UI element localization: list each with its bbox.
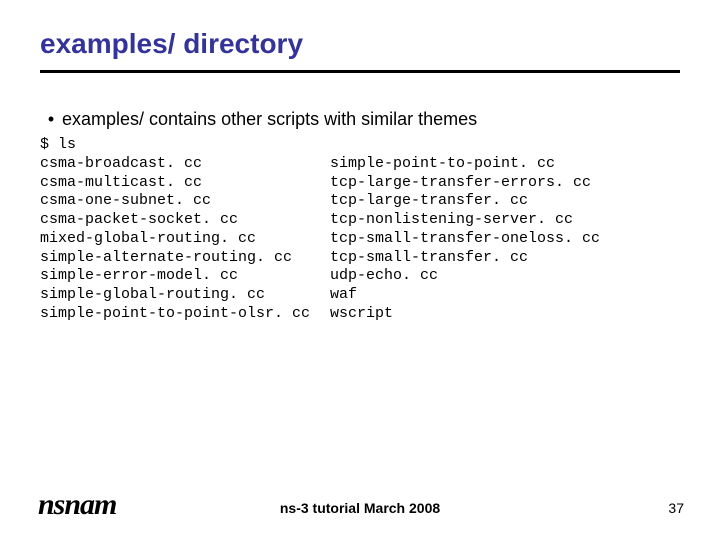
file-listing: $ ls csma-broadcast. ccsimple-point-to-p… [40,136,680,324]
bullet-item: • examples/ contains other scripts with … [40,109,680,130]
bullet-text: examples/ contains other scripts with si… [62,109,477,130]
title-underline [40,70,680,73]
slide-title: examples/ directory [40,28,680,60]
footer-text: ns-3 tutorial March 2008 [0,500,720,516]
slide: examples/ directory • examples/ contains… [0,0,720,540]
page-number: 37 [668,500,684,516]
bullet-dot: • [40,109,62,130]
